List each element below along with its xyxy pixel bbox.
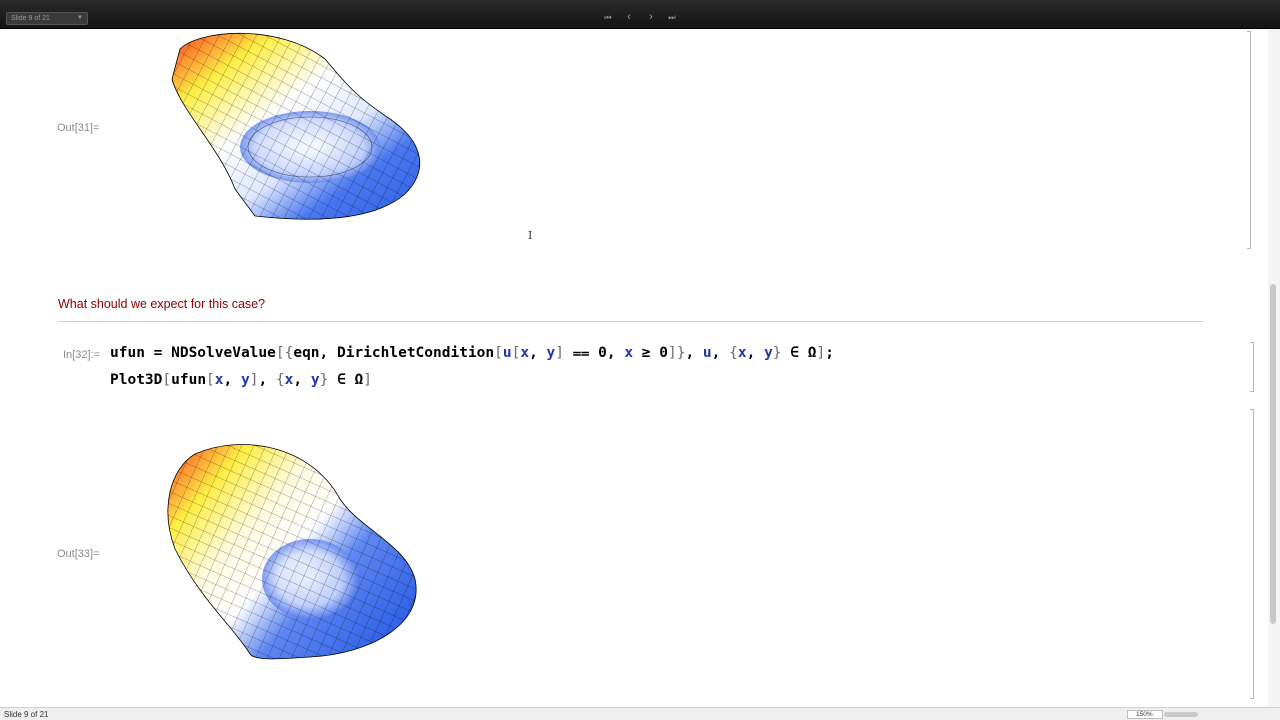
next-slide-button[interactable]: ›: [644, 10, 658, 24]
code-token: ]: [816, 345, 826, 361]
chevron-right-icon: ›: [649, 11, 653, 23]
code-token: [: [206, 372, 215, 388]
code-token: y: [764, 345, 773, 361]
code-token: [: [494, 345, 503, 361]
code-token: x: [737, 345, 747, 361]
in32-label: In[32]:=: [63, 349, 101, 361]
code-token: ,: [746, 345, 765, 361]
code-token: x: [520, 345, 530, 361]
section-divider: [58, 321, 1204, 322]
status-bar: Slide 9 of 21 150%: [0, 707, 1280, 720]
code-token: {: [275, 372, 285, 388]
slide-selector-label: Slide 9 of 21: [11, 15, 50, 22]
code-token: ;: [825, 345, 834, 361]
vertical-scrollbar[interactable]: [1268, 29, 1280, 707]
out31-label: Out[31]=: [57, 122, 100, 134]
plot3d-output-31[interactable]: [160, 29, 430, 224]
code-token: x: [624, 345, 634, 361]
code-token: ,: [258, 372, 276, 388]
code-token: ∈ Ω: [337, 372, 364, 388]
code-token: [{: [275, 345, 294, 361]
code-token: }: [772, 345, 791, 361]
chevron-down-icon: ▼: [77, 15, 83, 21]
zoom-menu[interactable]: 150%: [1127, 710, 1163, 719]
cell-bracket-out31[interactable]: [1247, 31, 1251, 249]
previous-slide-button[interactable]: ‹: [622, 10, 636, 24]
vertical-scroll-thumb[interactable]: [1270, 284, 1276, 624]
skip-first-icon: ⏮: [604, 13, 612, 22]
slide-selector-dropdown[interactable]: Slide 9 of 21 ▼: [6, 12, 88, 25]
code-token: ,: [685, 345, 703, 361]
input-code-line-2[interactable]: Plot3D[ufun[x, y], {x, y} ∈ Ω]: [110, 372, 372, 388]
code-token: u: [502, 345, 512, 361]
first-slide-button[interactable]: ⏮: [601, 10, 615, 24]
code-token: ∈ Ω: [790, 345, 817, 361]
code-token: ⩵ 0,: [572, 345, 625, 361]
last-slide-button[interactable]: ⏭: [665, 10, 679, 24]
skip-last-icon: ⏭: [668, 13, 676, 22]
code-token: eqn, DirichletCondition: [293, 345, 495, 361]
code-token: ]: [555, 345, 573, 361]
input-code-line-1[interactable]: ufun = NDSolveValue[{eqn, DirichletCondi…: [110, 345, 834, 361]
code-token: ]}: [667, 345, 686, 361]
code-token: ,: [293, 372, 311, 388]
code-token: ,: [711, 345, 730, 361]
code-token: u: [702, 345, 712, 361]
cell-bracket-in32[interactable]: [1250, 342, 1254, 392]
code-token: ]: [363, 372, 372, 388]
code-token: x: [214, 372, 224, 388]
code-token: {: [729, 345, 738, 361]
zoom-level: 150%: [1136, 711, 1153, 718]
code-token: ufun = NDSolveValue: [110, 345, 276, 361]
plot3d-output-33[interactable]: [160, 439, 430, 664]
code-token: y: [240, 372, 250, 388]
code-token: }: [319, 372, 338, 388]
slideshow-toolbar: Slide 9 of 21 ▼ ⏮ ‹ › ⏭: [0, 0, 1280, 29]
chevron-left-icon: ‹: [627, 11, 631, 23]
code-token: ufun: [171, 372, 207, 388]
question-text: What should we expect for this case?: [58, 297, 266, 311]
status-slide-indicator: Slide 9 of 21: [4, 710, 49, 719]
notebook-content: Out[31]= What should we expect for this …: [0, 29, 1280, 707]
code-token: y: [310, 372, 320, 388]
code-token: ,: [223, 372, 241, 388]
code-token: [: [162, 372, 172, 388]
code-token: Plot3D: [110, 372, 163, 388]
text-cursor-icon: I: [528, 229, 533, 242]
out33-label: Out[33]=: [57, 548, 100, 560]
horizontal-scrollbar[interactable]: [1164, 712, 1198, 717]
code-token: ,: [529, 345, 547, 361]
code-token: y: [546, 345, 556, 361]
cell-bracket-out33[interactable]: [1250, 409, 1254, 699]
code-token: ≥ 0: [633, 345, 668, 361]
